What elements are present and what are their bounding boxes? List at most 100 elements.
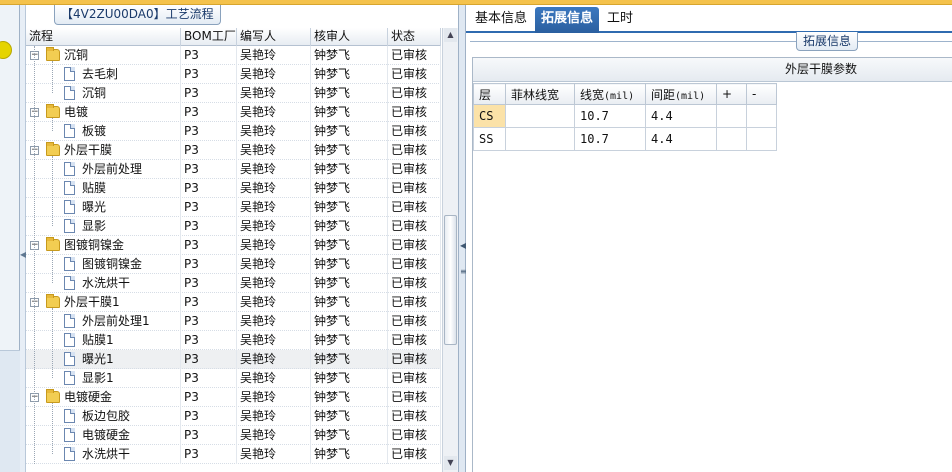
cell-spacing[interactable]: 4.4	[645, 104, 717, 128]
tree-node-label[interactable]: 图镀铜镍金	[64, 236, 124, 254]
tree-node-label[interactable]: 曝光	[82, 198, 106, 216]
cell-film-line-width[interactable]	[505, 127, 575, 151]
tree-node-label[interactable]: 水洗烘干	[82, 445, 130, 463]
tree-row[interactable]: 外层前处理 P3 吴艳玲 钟梦飞 已审核	[26, 160, 441, 179]
tree-row[interactable]: − 外层干膜 P3 吴艳玲 钟梦飞 已审核	[26, 141, 441, 160]
tree-cell-status: 已审核	[388, 198, 441, 217]
tree-row[interactable]: 板边包胶 P3 吴艳玲 钟梦飞 已审核	[26, 407, 441, 426]
tree-cell-reviewer: 钟梦飞	[311, 350, 388, 369]
column-header-author[interactable]: 编写人	[237, 28, 311, 46]
cell-line-width[interactable]: 10.7	[574, 127, 646, 151]
tree-row[interactable]: 板镀 P3 吴艳玲 钟梦飞 已审核	[26, 122, 441, 141]
center-splitter[interactable]: ◀ ≡	[458, 5, 467, 472]
tree-cell-reviewer: 钟梦飞	[311, 236, 388, 255]
tree-cell-status: 已审核	[388, 388, 441, 407]
column-header-status[interactable]: 状态	[388, 28, 441, 46]
tree-cell-bom: P3	[181, 65, 237, 84]
tree-node-label[interactable]: 沉铜	[82, 84, 106, 102]
tree-node-label[interactable]: 板边包胶	[82, 407, 130, 425]
column-header-flow[interactable]: 流程	[26, 28, 181, 46]
tree-cell-name: 水洗烘干	[26, 274, 181, 293]
tree-row[interactable]: 图镀铜镍金 P3 吴艳玲 钟梦飞 已审核	[26, 255, 441, 274]
cell-film-line-width[interactable]	[505, 104, 575, 128]
header-layer[interactable]: 层	[473, 83, 506, 105]
tree-cell-status: 已审核	[388, 84, 441, 103]
outer-dry-film-grid: 外层干膜参数 层 菲林线宽 线宽(mil) 间距(mil) + - CS 10.…	[472, 57, 952, 472]
tree-cell-reviewer: 钟梦飞	[311, 217, 388, 236]
tree-row[interactable]: 贴膜1 P3 吴艳玲 钟梦飞 已审核	[26, 331, 441, 350]
tree-row[interactable]: − 外层干膜1 P3 吴艳玲 钟梦飞 已审核	[26, 293, 441, 312]
tree-scrollbar[interactable]: ▲ ▼	[442, 28, 458, 472]
cell-layer[interactable]: CS	[473, 104, 506, 128]
tab-extended-info[interactable]: 拓展信息	[535, 7, 600, 33]
tree-cell-status: 已审核	[388, 445, 441, 464]
tree-row[interactable]: − 电镀硬金 P3 吴艳玲 钟梦飞 已审核	[26, 388, 441, 407]
cell-minus[interactable]	[746, 127, 777, 151]
process-tree[interactable]: − 沉铜 P3 吴艳玲 钟梦飞 已审核 去毛刺 P3 吴艳玲 钟梦飞 已审核 沉铜 P3 吴艳玲 钟梦飞 已审…	[26, 46, 441, 472]
tree-cell-status: 已审核	[388, 407, 441, 426]
tree-node-label[interactable]: 图镀铜镍金	[82, 255, 142, 273]
cell-plus[interactable]	[716, 104, 747, 128]
tree-row[interactable]: − 电镀 P3 吴艳玲 钟梦飞 已审核	[26, 103, 441, 122]
scroll-down-icon[interactable]: ▼	[444, 456, 457, 470]
tree-row[interactable]: 水洗烘干 P3 吴艳玲 钟梦飞 已审核	[26, 274, 441, 293]
tree-row[interactable]: 贴膜 P3 吴艳玲 钟梦飞 已审核	[26, 179, 441, 198]
tree-node-label[interactable]: 电镀	[64, 103, 88, 121]
add-row-button[interactable]: +	[716, 83, 747, 105]
tree-node-label[interactable]: 曝光1	[82, 350, 114, 368]
tree-node-label[interactable]: 电镀硬金	[64, 388, 112, 406]
scroll-thumb[interactable]	[444, 215, 457, 345]
column-header-bom[interactable]: BOM工厂	[181, 28, 237, 46]
tree-node-label[interactable]: 去毛刺	[82, 65, 118, 83]
left-panel-lower-area	[0, 350, 20, 472]
table-row[interactable]: SS 10.7 4.4	[473, 127, 777, 151]
tree-row[interactable]: − 图镀铜镍金 P3 吴艳玲 钟梦飞 已审核	[26, 236, 441, 255]
cell-spacing[interactable]: 4.4	[645, 127, 717, 151]
tree-row[interactable]: 电镀硬金 P3 吴艳玲 钟梦飞 已审核	[26, 426, 441, 445]
tree-node-label[interactable]: 板镀	[82, 122, 106, 140]
tree-row[interactable]: 曝光 P3 吴艳玲 钟梦飞 已审核	[26, 198, 441, 217]
tree-cell-reviewer: 钟梦飞	[311, 426, 388, 445]
cell-line-width[interactable]: 10.7	[574, 104, 646, 128]
tab-work-hours[interactable]: 工时	[601, 7, 639, 33]
tree-cell-status: 已审核	[388, 312, 441, 331]
tree-row[interactable]: 水洗烘干 P3 吴艳玲 钟梦飞 已审核	[26, 445, 441, 464]
tree-cell-name: 板边包胶	[26, 407, 181, 426]
tree-cell-name: − 电镀硬金	[26, 388, 181, 407]
tree-node-label[interactable]: 电镀硬金	[82, 426, 130, 444]
tree-node-label[interactable]: 显影1	[82, 369, 114, 387]
tree-cell-bom: P3	[181, 274, 237, 293]
cell-layer[interactable]: SS	[473, 127, 506, 151]
tree-node-label[interactable]: 外层前处理	[82, 160, 142, 178]
tree-row[interactable]: 沉铜 P3 吴艳玲 钟梦飞 已审核	[26, 84, 441, 103]
tree-node-label[interactable]: 外层干膜	[64, 141, 112, 159]
tree-node-label[interactable]: 水洗烘干	[82, 274, 130, 292]
tree-row[interactable]: 去毛刺 P3 吴艳玲 钟梦飞 已审核	[26, 65, 441, 84]
column-header-reviewer[interactable]: 核审人	[311, 28, 388, 46]
tree-row[interactable]: 外层前处理1 P3 吴艳玲 钟梦飞 已审核	[26, 312, 441, 331]
tree-node-label[interactable]: 沉铜	[64, 46, 88, 64]
tree-cell-bom: P3	[181, 217, 237, 236]
header-line-width[interactable]: 线宽(mil)	[574, 83, 646, 105]
tree-row[interactable]: 曝光1 P3 吴艳玲 钟梦飞 已审核	[26, 350, 441, 369]
tree-row[interactable]: 显影 P3 吴艳玲 钟梦飞 已审核	[26, 217, 441, 236]
tree-node-label[interactable]: 贴膜1	[82, 331, 114, 349]
tree-cell-status: 已审核	[388, 426, 441, 445]
header-spacing[interactable]: 间距(mil)	[645, 83, 717, 105]
tree-node-label[interactable]: 贴膜	[82, 179, 106, 197]
cell-plus[interactable]	[716, 127, 747, 151]
tree-node-label[interactable]: 显影	[82, 217, 106, 235]
tree-cell-bom: P3	[181, 293, 237, 312]
header-film-line-width[interactable]: 菲林线宽	[505, 83, 575, 105]
scroll-up-icon[interactable]: ▲	[444, 28, 457, 42]
remove-row-button[interactable]: -	[746, 83, 777, 105]
tree-node-label[interactable]: 外层前处理1	[82, 312, 150, 330]
table-row[interactable]: CS 10.7 4.4	[473, 104, 777, 128]
tree-row[interactable]: − 沉铜 P3 吴艳玲 钟梦飞 已审核	[26, 46, 441, 65]
tree-row[interactable]: 显影1 P3 吴艳玲 钟梦飞 已审核	[26, 369, 441, 388]
cell-minus[interactable]	[746, 104, 777, 128]
tree-cell-author: 吴艳玲	[237, 312, 311, 331]
tab-basic-info[interactable]: 基本信息	[469, 7, 533, 33]
document-icon	[64, 371, 75, 385]
tree-node-label[interactable]: 外层干膜1	[64, 293, 120, 311]
